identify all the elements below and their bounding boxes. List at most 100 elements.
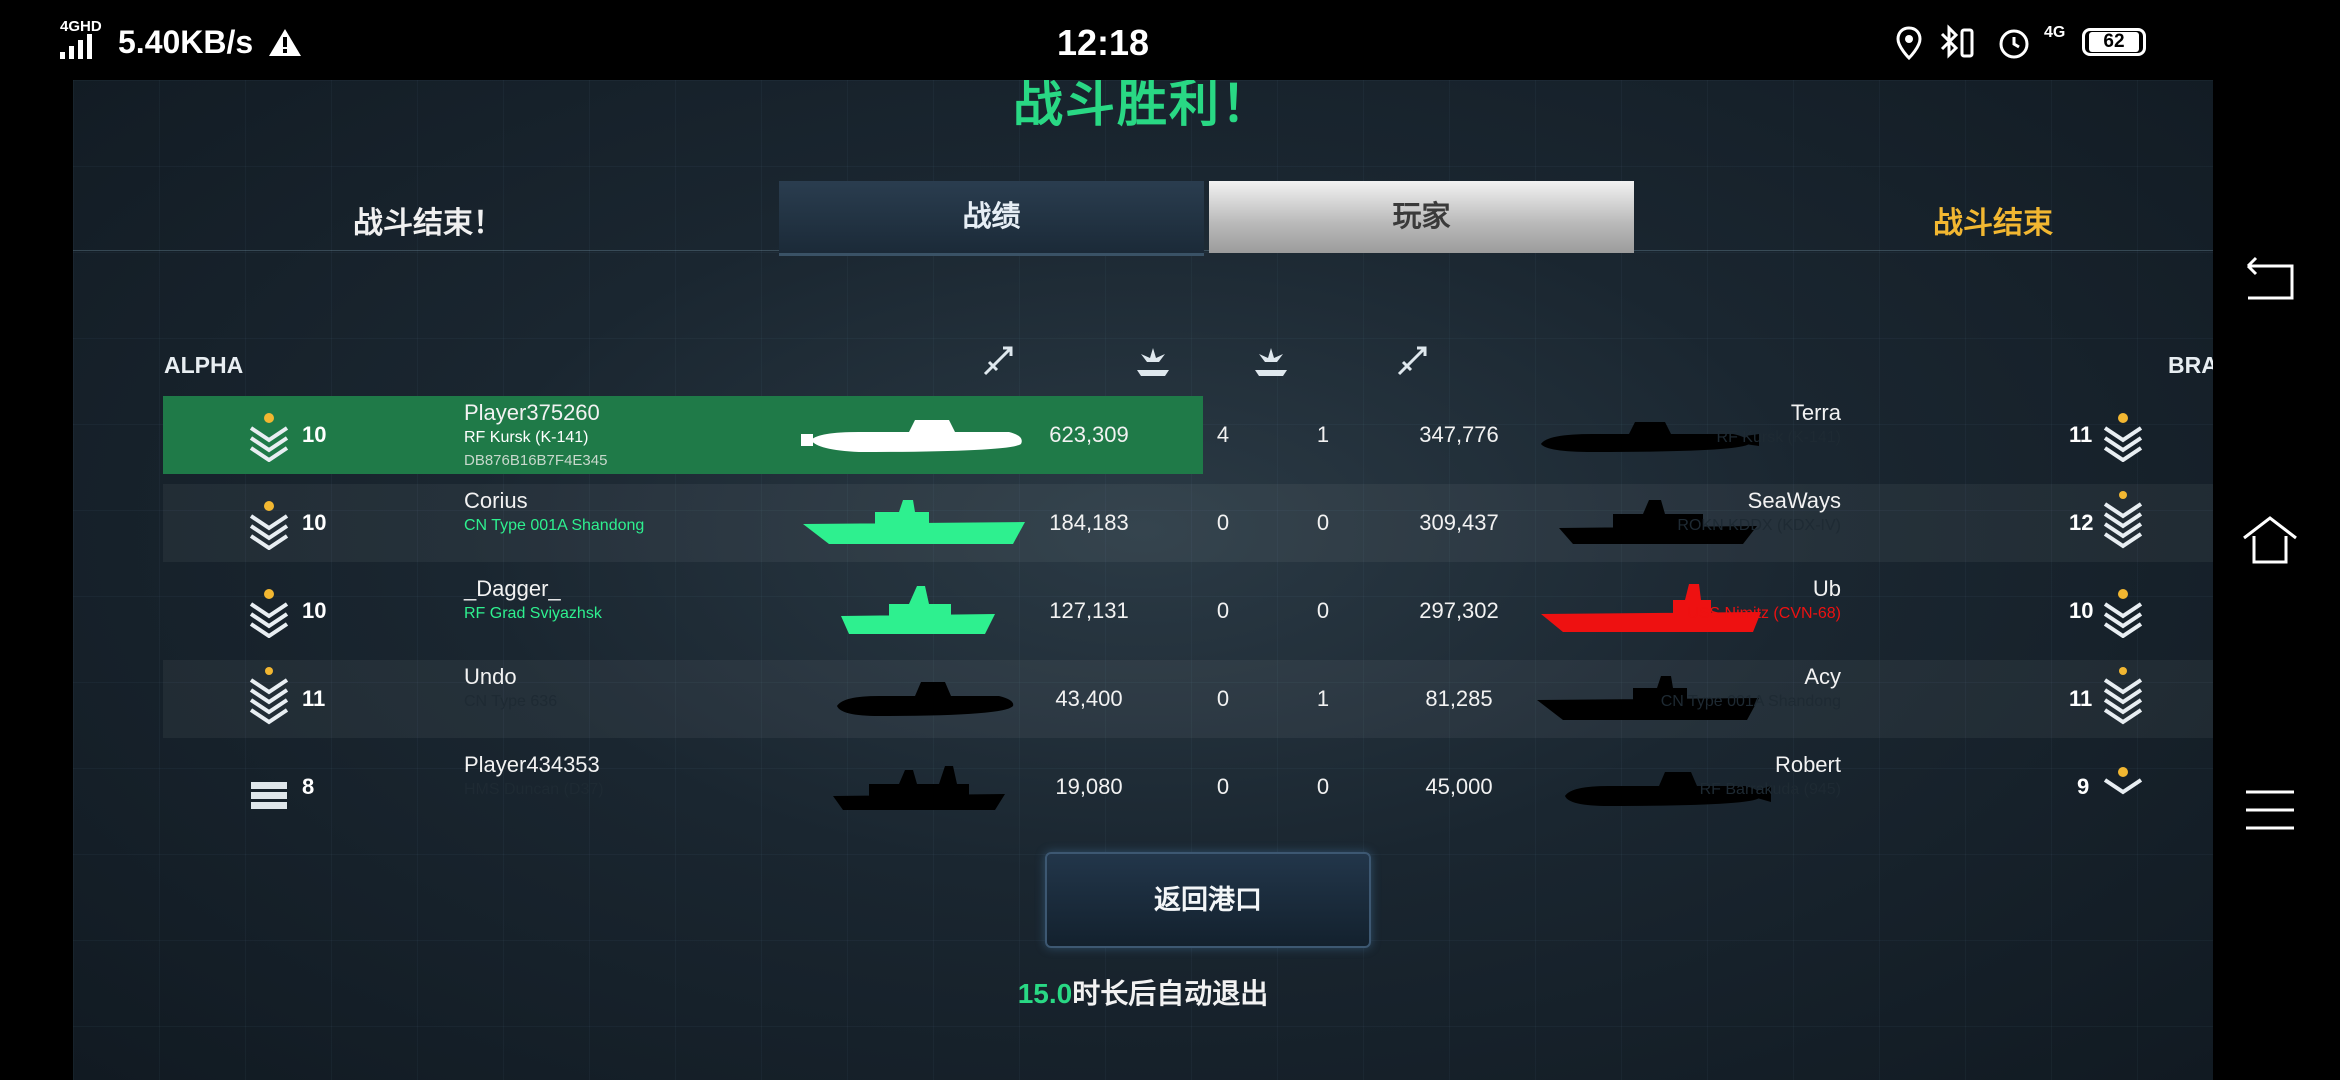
countdown-text: 时长后自动退出 — [1072, 978, 1269, 1009]
enemy-rank-number: 10 — [2069, 598, 2094, 623]
status-bar: 4GHD 5.40KB/s 12:18 4G 62 — [0, 0, 2340, 80]
back-icon[interactable] — [2240, 252, 2300, 312]
enemy-kills-value: 0 — [1316, 510, 1330, 535]
location-icon — [1896, 26, 1922, 60]
enemy-rank-chevron-icon — [2103, 491, 2143, 549]
ship-name: CN Type 001A Shandong — [464, 517, 645, 534]
rank-number: 10 — [302, 422, 327, 447]
ship-kill-icon — [1137, 348, 1169, 376]
enemy-rank-chevron-icon — [2103, 589, 2143, 638]
enemy-kills-value: 1 — [1316, 686, 1330, 711]
countdown-seconds: 15.0 — [1017, 978, 1073, 1009]
return-to-port-button[interactable]: 返回港口 — [1045, 852, 1371, 948]
battle-over-label: 战斗结束！ — [353, 207, 503, 240]
tab-players[interactable]: 玩家 — [1209, 181, 1634, 253]
table-row[interactable]: 10 Corius CN Type 001A Shandong 184,183 … — [163, 484, 2213, 562]
kills-value: 0 — [1216, 686, 1230, 711]
damage-dealt-icon-enemy — [1397, 346, 1427, 376]
rank-chevron-icon — [249, 667, 289, 725]
destroyer-silhouette — [833, 766, 1005, 810]
victory-title: 战斗胜利！ — [1013, 80, 1273, 132]
ship-name: RF Grad Sviyazhsk — [464, 605, 602, 622]
enemy-rank-chevron-icon — [2103, 667, 2143, 725]
enemy-ship-name: RF Kursk (K-141) — [1716, 429, 1841, 446]
enemy-kills-value: 0 — [1316, 598, 1330, 623]
network-right: 4G — [2044, 24, 2066, 41]
table-row[interactable]: 8 Player434353 HMS Duncan (D37) 19,080 0… — [163, 748, 2213, 826]
game-screen: 战斗胜利！ 战斗结束！ 战绩 玩家 战斗结束 ALPHA BRAVO 10 Pl… — [73, 80, 2213, 1080]
bluetooth-icon — [1940, 24, 1974, 59]
battery-icon: 62 — [2082, 28, 2146, 56]
enemy-kills-value: 1 — [1316, 422, 1330, 447]
auto-exit-countdown: 15.0时长后自动退出 — [73, 972, 2213, 1012]
carrier-silhouette — [803, 500, 1025, 544]
ship-name: RF Kursk (K-141) — [464, 429, 589, 446]
table-row[interactable]: 10 _Dagger_ RF Grad Sviyazhsk 127,131 0 … — [163, 572, 2213, 650]
ship-kill-icon-enemy — [1255, 348, 1287, 376]
enemy-rank-chevron-icon — [2103, 413, 2143, 462]
damage-value: 43,400 — [1055, 686, 1123, 711]
enemy-player-name: Ub — [1812, 576, 1841, 601]
damage-value: 623,309 — [1049, 422, 1129, 447]
kills-value: 0 — [1216, 510, 1230, 535]
battle-over-label-right: 战斗结束 — [1933, 207, 2053, 240]
enemy-player-name: SeaWays — [1747, 488, 1841, 513]
player-name: Undo — [464, 664, 517, 689]
table-row[interactable]: 10 Player375260 RF Kursk (K-141) DB876B1… — [163, 396, 2213, 474]
rank-number: 8 — [302, 774, 315, 799]
enemy-damage-value: 81,285 — [1425, 686, 1493, 711]
enemy-rank-chevron-icon — [2103, 767, 2143, 795]
enemy-damage-value: 297,302 — [1419, 598, 1499, 623]
menu-icon[interactable] — [2240, 780, 2300, 840]
player-name: Corius — [464, 488, 528, 513]
team-alpha-label: ALPHA — [164, 352, 244, 378]
kills-value: 0 — [1216, 774, 1230, 799]
tab-stats[interactable]: 战绩 — [779, 181, 1204, 256]
corvette-silhouette — [841, 586, 995, 634]
enemy-player-name: Acy — [1804, 664, 1841, 689]
rank-bars-icon — [251, 782, 287, 809]
submarine-silhouette — [801, 420, 1022, 452]
damage-value: 184,183 — [1049, 510, 1129, 535]
enemy-ship-name: CN Type 001A Shandong — [1660, 693, 1841, 710]
network-type: 4GHD — [60, 18, 102, 35]
table-row[interactable]: 11 Undo CN Type 636 43,400 0 1 81,285 Ac… — [163, 660, 2213, 738]
enemy-rank-number: 12 — [2069, 510, 2094, 535]
enemy-rank-number: 11 — [2069, 422, 2093, 447]
warning-icon — [269, 29, 301, 56]
enemy-rank-number: 11 — [2069, 686, 2093, 711]
enemy-ship-name: USS Nimitz (CVN-68) — [1687, 605, 1841, 622]
ship-name: CN Type 636 — [464, 693, 558, 710]
enemy-player-name: Robert — [1774, 752, 1841, 777]
enemy-ship-name: ROKN KDDX (KDX-IV) — [1677, 517, 1841, 534]
kills-value: 4 — [1216, 422, 1230, 447]
rank-number: 10 — [302, 598, 327, 623]
enemy-damage-value: 309,437 — [1419, 510, 1499, 535]
home-icon[interactable] — [2240, 510, 2300, 570]
rank-chevron-icon — [249, 589, 289, 638]
clock: 12:18 — [1057, 22, 1150, 63]
damage-dealt-icon — [983, 346, 1013, 376]
submarine-silhouette — [837, 682, 1014, 716]
enemy-damage-value: 45,000 — [1425, 774, 1493, 799]
rank-chevron-icon — [249, 413, 289, 462]
player-name: Player375260 — [464, 400, 600, 425]
rank-number: 10 — [302, 510, 327, 535]
enemy-damage-value: 347,776 — [1419, 422, 1499, 447]
damage-value: 127,131 — [1049, 598, 1129, 623]
enemy-player-name: Terra — [1790, 400, 1841, 425]
alarm-icon — [1999, 29, 2029, 59]
rank-chevron-icon — [249, 501, 289, 550]
network-speed: 5.40KB/s — [118, 24, 254, 60]
player-name: _Dagger_ — [464, 576, 561, 601]
signal-icon — [60, 34, 92, 59]
kills-value: 0 — [1216, 598, 1230, 623]
ship-name: HMS Duncan (D37) — [464, 781, 604, 798]
rank-number: 11 — [302, 686, 326, 711]
player-id: DB876B16B7F4E345 — [464, 452, 608, 469]
enemy-rank-number: 9 — [2077, 774, 2090, 799]
team-bravo-label: BRAVO — [2168, 352, 2213, 378]
enemy-ship-name: RF Barrakuda (945) — [1699, 781, 1841, 798]
player-name: Player434353 — [464, 752, 600, 777]
damage-value: 19,080 — [1055, 774, 1123, 799]
